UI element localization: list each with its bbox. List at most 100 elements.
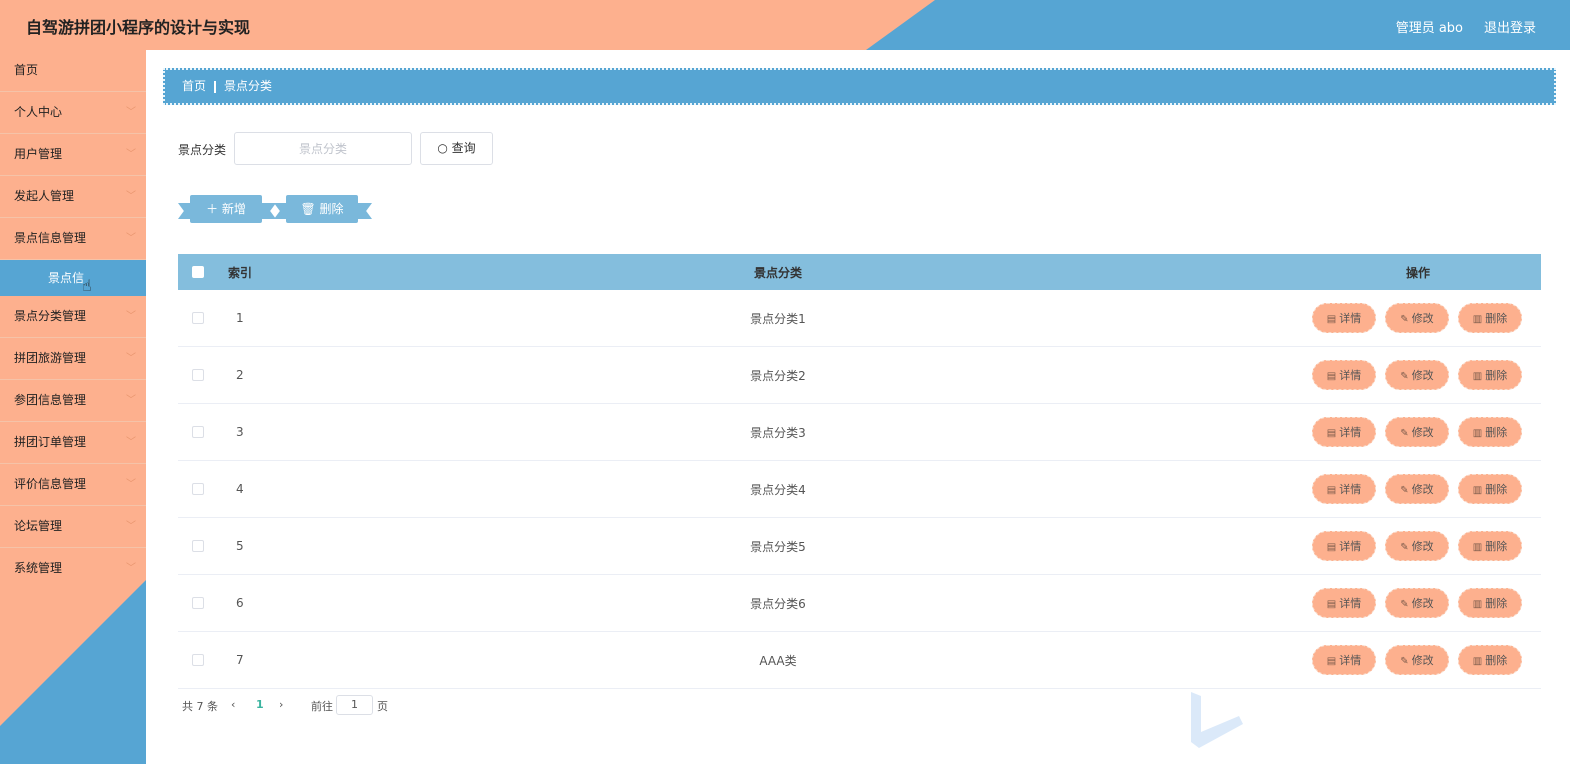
trash-icon: ▥: [1472, 485, 1483, 496]
delete-button-label: 删除: [1485, 597, 1508, 610]
edit-button-label: 修改: [1411, 369, 1434, 382]
sidebar-item-group-tours[interactable]: 拼团旅游管理 ﹀: [0, 338, 146, 380]
category-table: 索引 景点分类 操作 1 景点分类1 ▤ 详情 ✎ 修改 ▥ 删除 2 景点分类2 ▤ 详情 ✎ 修改 ▥ 删…: [178, 254, 1541, 689]
sidebar-item-label: 论坛管理: [14, 519, 63, 533]
batch-delete-button[interactable]: 🗑 删除: [274, 195, 372, 223]
header-operations: 操作: [1405, 265, 1430, 280]
sidebar-item-personal[interactable]: 个人中心 ﹀: [0, 92, 146, 134]
pagination-page-unit: 页: [377, 700, 388, 713]
detail-button-label: 详情: [1339, 654, 1362, 667]
delete-button[interactable]: ▥ 删除: [1458, 588, 1522, 618]
prev-page-icon[interactable]: ‹: [231, 698, 235, 711]
header-category: 景点分类: [753, 265, 802, 280]
plus-icon: ＋: [206, 202, 219, 216]
edit-button[interactable]: ✎ 修改: [1385, 303, 1449, 333]
edit-button[interactable]: ✎ 修改: [1385, 588, 1449, 618]
logout-link[interactable]: 退出登录: [1484, 17, 1536, 36]
edit-button[interactable]: ✎ 修改: [1385, 474, 1449, 504]
delete-button[interactable]: ▥ 删除: [1458, 531, 1522, 561]
pagination-total: 共 7 条: [182, 700, 218, 713]
sidebar-item-home[interactable]: 首页: [0, 50, 146, 92]
sidebar-item-attraction-info[interactable]: 景点信息管理 ﹀: [0, 218, 146, 260]
chevron-down-icon: ﹀: [126, 353, 136, 364]
document-icon: ▤: [1326, 599, 1337, 610]
breadcrumb-home[interactable]: 首页: [182, 79, 206, 93]
add-button-label: 新增: [221, 202, 246, 216]
search-input[interactable]: [234, 132, 412, 165]
delete-button-label: 删除: [1485, 312, 1508, 325]
document-icon: ▤: [1326, 371, 1337, 382]
detail-button[interactable]: ▤ 详情: [1312, 360, 1376, 390]
sidebar-item-forum[interactable]: 论坛管理 ﹀: [0, 506, 146, 548]
delete-button-label: 删除: [1485, 426, 1508, 439]
sidebar-subitem-attraction-info[interactable]: 景点信 ☝: [0, 260, 146, 296]
trash-icon: ▥: [1472, 428, 1483, 439]
sidebar-item-participation[interactable]: 参团信息管理 ﹀: [0, 380, 146, 422]
search-button-label: 查询: [451, 141, 476, 155]
detail-button[interactable]: ▤ 详情: [1312, 531, 1376, 561]
edit-button-label: 修改: [1411, 654, 1434, 667]
document-icon: ▤: [1326, 314, 1337, 325]
table-row: 6 景点分类6 ▤ 详情 ✎ 修改 ▥ 删除: [178, 575, 1541, 632]
table-row: 3 景点分类3 ▤ 详情 ✎ 修改 ▥ 删除: [178, 404, 1541, 461]
trash-icon: ▥: [1472, 371, 1483, 382]
detail-button[interactable]: ▤ 详情: [1312, 417, 1376, 447]
sidebar-item-attraction-category[interactable]: 景点分类管理 ﹀: [0, 296, 146, 338]
trash-icon: ▥: [1472, 314, 1483, 325]
table-row: 5 景点分类5 ▤ 详情 ✎ 修改 ▥ 删除: [178, 518, 1541, 575]
sidebar-item-label: 用户管理: [14, 147, 63, 161]
pencil-icon: ✎: [1400, 599, 1409, 610]
add-button-content: ＋ 新增: [190, 195, 262, 223]
sidebar-item-label: 景点信息管理: [14, 231, 87, 245]
search-icon: ○: [437, 141, 448, 155]
delete-button[interactable]: ▥ 删除: [1458, 474, 1522, 504]
sidebar-item-system[interactable]: 系统管理 ﹀: [0, 548, 146, 590]
edit-button[interactable]: ✎ 修改: [1385, 531, 1449, 561]
edit-button-label: 修改: [1411, 312, 1434, 325]
trash-icon: ▥: [1472, 599, 1483, 610]
delete-button[interactable]: ▥ 删除: [1458, 417, 1522, 447]
sidebar-item-initiators[interactable]: 发起人管理 ﹀: [0, 176, 146, 218]
edit-button[interactable]: ✎ 修改: [1385, 360, 1449, 390]
page-jump-input[interactable]: 1: [336, 695, 373, 715]
detail-button[interactable]: ▤ 详情: [1312, 474, 1376, 504]
sidebar-item-users[interactable]: 用户管理 ﹀: [0, 134, 146, 176]
pencil-icon: ✎: [1400, 428, 1409, 439]
sidebar-menu: 首页 个人中心 ﹀ 用户管理 ﹀ 发起人管理 ﹀ 景点信息管理 ﹀ 景点信 ☝ 景点分类管…: [0, 50, 146, 590]
sidebar-item-group-orders[interactable]: 拼团订单管理 ﹀: [0, 422, 146, 464]
table-body: 1 景点分类1 ▤ 详情 ✎ 修改 ▥ 删除 2 景点分类2 ▤ 详情 ✎ 修改 ▥ 删除 3 景点分类3 ▤ 详情 ✎…: [178, 290, 1541, 689]
delete-button[interactable]: ▥ 删除: [1458, 645, 1522, 675]
edit-button-label: 修改: [1411, 426, 1434, 439]
pencil-icon: ✎: [1400, 314, 1409, 325]
detail-button[interactable]: ▤ 详情: [1312, 303, 1376, 333]
row-category: AAA类: [759, 653, 797, 668]
sidebar-subitem-label: 景点信: [48, 271, 85, 285]
table-row: 7 AAA类 ▤ 详情 ✎ 修改 ▥ 删除: [178, 632, 1541, 689]
edit-button[interactable]: ✎ 修改: [1385, 645, 1449, 675]
delete-button[interactable]: ▥ 删除: [1458, 360, 1522, 390]
top-header: 自驾游拼团小程序的设计与实现 管理员 abo 退出登录: [0, 0, 1570, 50]
chevron-down-icon: ﹀: [126, 107, 136, 118]
add-button[interactable]: ＋ 新增: [178, 195, 276, 223]
delete-button-label: 删除: [1485, 654, 1508, 667]
sidebar-item-label: 景点分类管理: [14, 309, 87, 323]
pencil-icon: ✎: [1400, 485, 1409, 496]
detail-button-label: 详情: [1339, 426, 1362, 439]
delete-button-label: 删除: [1485, 369, 1508, 382]
document-icon: ▤: [1326, 428, 1337, 439]
breadcrumb: 首页 景点分类: [163, 68, 1556, 105]
chevron-down-icon: ﹀: [126, 563, 136, 574]
search-button[interactable]: ○ 查询: [420, 132, 493, 165]
sidebar-item-label: 首页: [14, 63, 39, 77]
detail-button-label: 详情: [1339, 540, 1362, 553]
detail-button[interactable]: ▤ 详情: [1312, 588, 1376, 618]
delete-button[interactable]: ▥ 删除: [1458, 303, 1522, 333]
sidebar-item-reviews[interactable]: 评价信息管理 ﹀: [0, 464, 146, 506]
page-number-current[interactable]: 1: [256, 698, 264, 711]
document-icon: ▤: [1326, 542, 1337, 553]
edit-button[interactable]: ✎ 修改: [1385, 417, 1449, 447]
detail-button[interactable]: ▤ 详情: [1312, 645, 1376, 675]
row-category: 景点分类5: [750, 539, 806, 554]
chevron-down-icon: ﹀: [126, 233, 136, 244]
next-page-icon[interactable]: ›: [279, 698, 283, 711]
